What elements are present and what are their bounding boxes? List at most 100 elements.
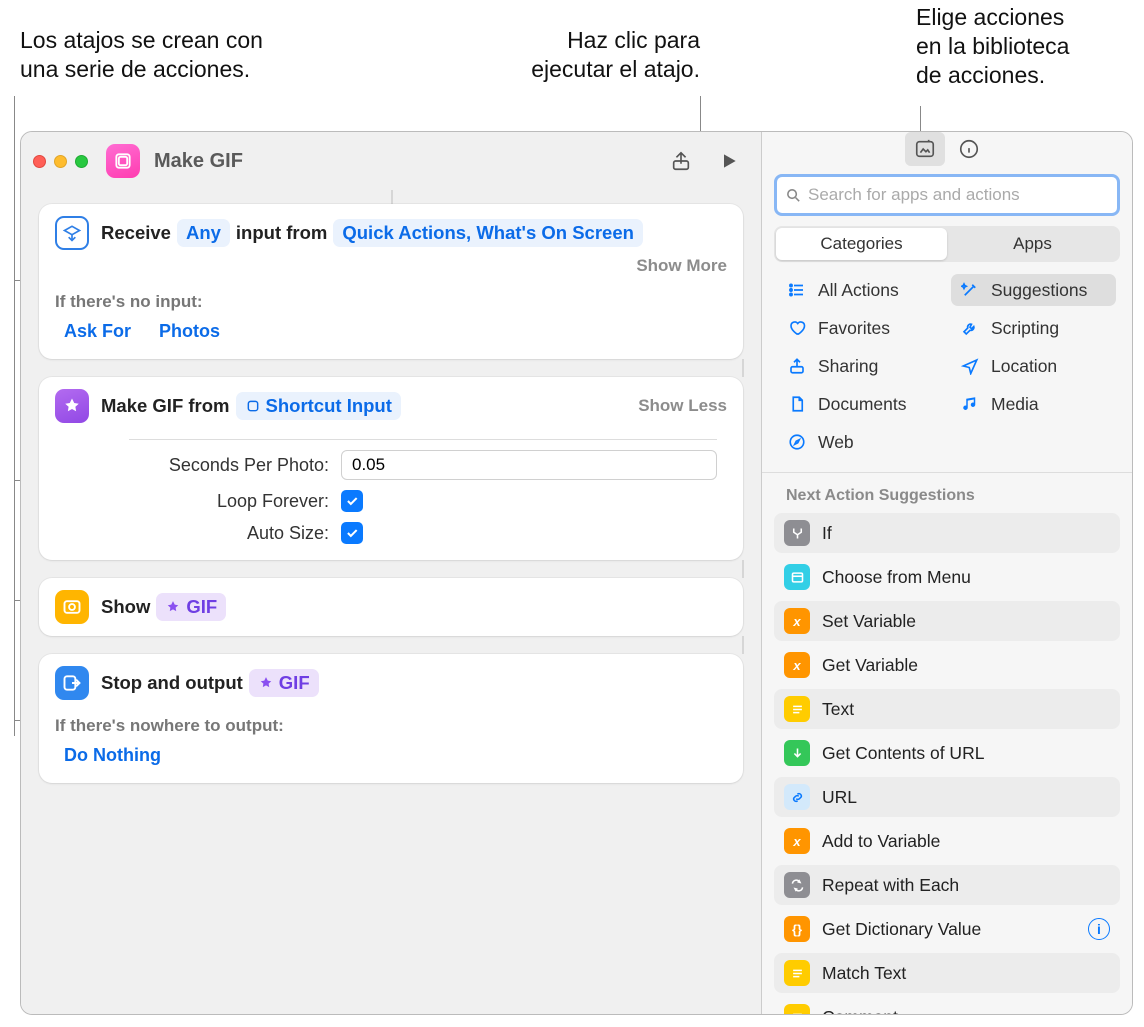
callout-line bbox=[14, 96, 15, 736]
suggestion-icon: x bbox=[784, 828, 810, 854]
seconds-per-photo-input[interactable] bbox=[341, 450, 717, 480]
suggestion-get-contents-of-url[interactable]: Get Contents of URL bbox=[774, 733, 1120, 773]
no-input-label: If there's no input: bbox=[39, 288, 743, 318]
action-list: Receive Any input from Quick Actions, Wh… bbox=[21, 190, 761, 1014]
autosize-label: Auto Size: bbox=[129, 523, 329, 544]
suggestion-set-variable[interactable]: xSet Variable bbox=[774, 601, 1120, 641]
category-scripting[interactable]: Scripting bbox=[951, 312, 1116, 344]
ask-for-token[interactable]: Ask For bbox=[55, 318, 140, 345]
editor-pane: Make GIF Receive Any input from bbox=[21, 132, 761, 1014]
minimize-window-button[interactable] bbox=[54, 155, 67, 168]
category-app-segment[interactable]: Categories Apps bbox=[774, 226, 1120, 262]
search-icon bbox=[785, 187, 802, 204]
shortcut-icon bbox=[106, 144, 140, 178]
loop-label: Loop Forever: bbox=[129, 491, 329, 512]
do-nothing-token[interactable]: Do Nothing bbox=[55, 742, 170, 769]
action-receive-input[interactable]: Receive Any input from Quick Actions, Wh… bbox=[39, 204, 743, 359]
wand-icon bbox=[959, 279, 981, 301]
show-less-link[interactable]: Show Less bbox=[638, 396, 727, 416]
search-input[interactable] bbox=[802, 181, 1109, 209]
suggestion-text[interactable]: Text bbox=[774, 689, 1120, 729]
run-button[interactable] bbox=[709, 144, 749, 178]
output-gif-token[interactable]: GIF bbox=[249, 669, 319, 697]
nowhere-label: If there's nowhere to output: bbox=[39, 712, 743, 742]
photos-token[interactable]: Photos bbox=[150, 318, 229, 345]
suggestion-icon bbox=[784, 1004, 810, 1015]
shortcut-input-token[interactable]: Shortcut Input bbox=[236, 392, 401, 420]
output-prefix: Stop and output bbox=[101, 672, 243, 694]
category-documents[interactable]: Documents bbox=[778, 388, 943, 420]
action-stop-output[interactable]: Stop and output GIF If there's nowhere t… bbox=[39, 654, 743, 783]
library-toolbar bbox=[762, 132, 1132, 166]
show-prefix: Show bbox=[101, 596, 150, 618]
makegif-icon bbox=[55, 389, 89, 423]
suggestion-choose-from-menu[interactable]: Choose from Menu bbox=[774, 557, 1120, 597]
category-media[interactable]: Media bbox=[951, 388, 1116, 420]
suggestion-add-to-variable[interactable]: xAdd to Variable bbox=[774, 821, 1120, 861]
receive-icon bbox=[55, 216, 89, 250]
receive-middle: input from bbox=[236, 222, 327, 244]
action-library-pane: Categories Apps All ActionsSuggestionsFa… bbox=[761, 132, 1132, 1014]
show-more-link[interactable]: Show More bbox=[636, 256, 727, 276]
seconds-label: Seconds Per Photo: bbox=[129, 455, 329, 476]
callout-actions: Los atajos se crean con una serie de acc… bbox=[20, 26, 263, 84]
doc-icon bbox=[786, 393, 808, 415]
suggestion-url[interactable]: URL bbox=[774, 777, 1120, 817]
auto-size-checkbox[interactable] bbox=[341, 522, 363, 544]
shortcut-title: Make GIF bbox=[154, 150, 243, 173]
category-sharing[interactable]: Sharing bbox=[778, 350, 943, 382]
suggestion-get-variable[interactable]: xGet Variable bbox=[774, 645, 1120, 685]
suggestion-icon: x bbox=[784, 652, 810, 678]
callout-library: Elige acciones en la biblioteca de accio… bbox=[916, 3, 1069, 89]
category-web[interactable]: Web bbox=[778, 426, 943, 458]
segment-apps[interactable]: Apps bbox=[947, 228, 1118, 260]
loop-forever-checkbox[interactable] bbox=[341, 490, 363, 512]
suggestion-icon bbox=[784, 696, 810, 722]
suggestion-match-text[interactable]: Match Text bbox=[774, 953, 1120, 993]
suggestion-list: IfChoose from MenuxSet VariablexGet Vari… bbox=[762, 513, 1132, 1015]
action-show[interactable]: Show GIF bbox=[39, 578, 743, 636]
suggestion-icon bbox=[784, 520, 810, 546]
category-favorites[interactable]: Favorites bbox=[778, 312, 943, 344]
suggestions-heading: Next Action Suggestions bbox=[762, 473, 1132, 513]
shortcuts-editor-window: Make GIF Receive Any input from bbox=[20, 131, 1133, 1015]
suggestion-repeat-with-each[interactable]: Repeat with Each bbox=[774, 865, 1120, 905]
suggestion-icon bbox=[784, 784, 810, 810]
category-grid: All ActionsSuggestionsFavoritesScripting… bbox=[762, 274, 1132, 472]
suggestion-get-dictionary-value[interactable]: {}Get Dictionary Valuei bbox=[774, 909, 1120, 949]
suggestion-info-button[interactable]: i bbox=[1088, 918, 1110, 940]
output-icon bbox=[55, 666, 89, 700]
suggestion-icon: x bbox=[784, 608, 810, 634]
category-suggestions[interactable]: Suggestions bbox=[951, 274, 1116, 306]
heart-icon bbox=[786, 317, 808, 339]
show-icon bbox=[55, 590, 89, 624]
suggestion-icon bbox=[784, 960, 810, 986]
suggestion-icon bbox=[784, 872, 810, 898]
library-toggle-button[interactable] bbox=[905, 132, 945, 166]
zoom-window-button[interactable] bbox=[75, 155, 88, 168]
action-make-gif[interactable]: Make GIF from Shortcut Input Show Less S… bbox=[39, 377, 743, 560]
music-icon bbox=[959, 393, 981, 415]
segment-categories[interactable]: Categories bbox=[776, 228, 947, 260]
wrench-icon bbox=[959, 317, 981, 339]
info-toggle-button[interactable] bbox=[949, 132, 989, 166]
callout-run: Haz clic para ejecutar el atajo. bbox=[470, 26, 700, 84]
window-controls bbox=[33, 155, 88, 168]
share-icon bbox=[786, 355, 808, 377]
editor-toolbar: Make GIF bbox=[21, 132, 761, 190]
show-gif-token[interactable]: GIF bbox=[156, 593, 226, 621]
category-all-actions[interactable]: All Actions bbox=[778, 274, 943, 306]
search-field[interactable] bbox=[774, 174, 1120, 216]
receive-prefix: Receive bbox=[101, 222, 171, 244]
suggestion-comment[interactable]: Comment bbox=[774, 997, 1120, 1015]
suggestion-if[interactable]: If bbox=[774, 513, 1120, 553]
safari-icon bbox=[786, 431, 808, 453]
suggestion-icon bbox=[784, 740, 810, 766]
category-location[interactable]: Location bbox=[951, 350, 1116, 382]
suggestion-icon bbox=[784, 564, 810, 590]
receive-any-token[interactable]: Any bbox=[177, 219, 230, 247]
receive-source-token[interactable]: Quick Actions, What's On Screen bbox=[333, 219, 643, 247]
share-button[interactable] bbox=[661, 144, 701, 178]
nav-icon bbox=[959, 355, 981, 377]
close-window-button[interactable] bbox=[33, 155, 46, 168]
